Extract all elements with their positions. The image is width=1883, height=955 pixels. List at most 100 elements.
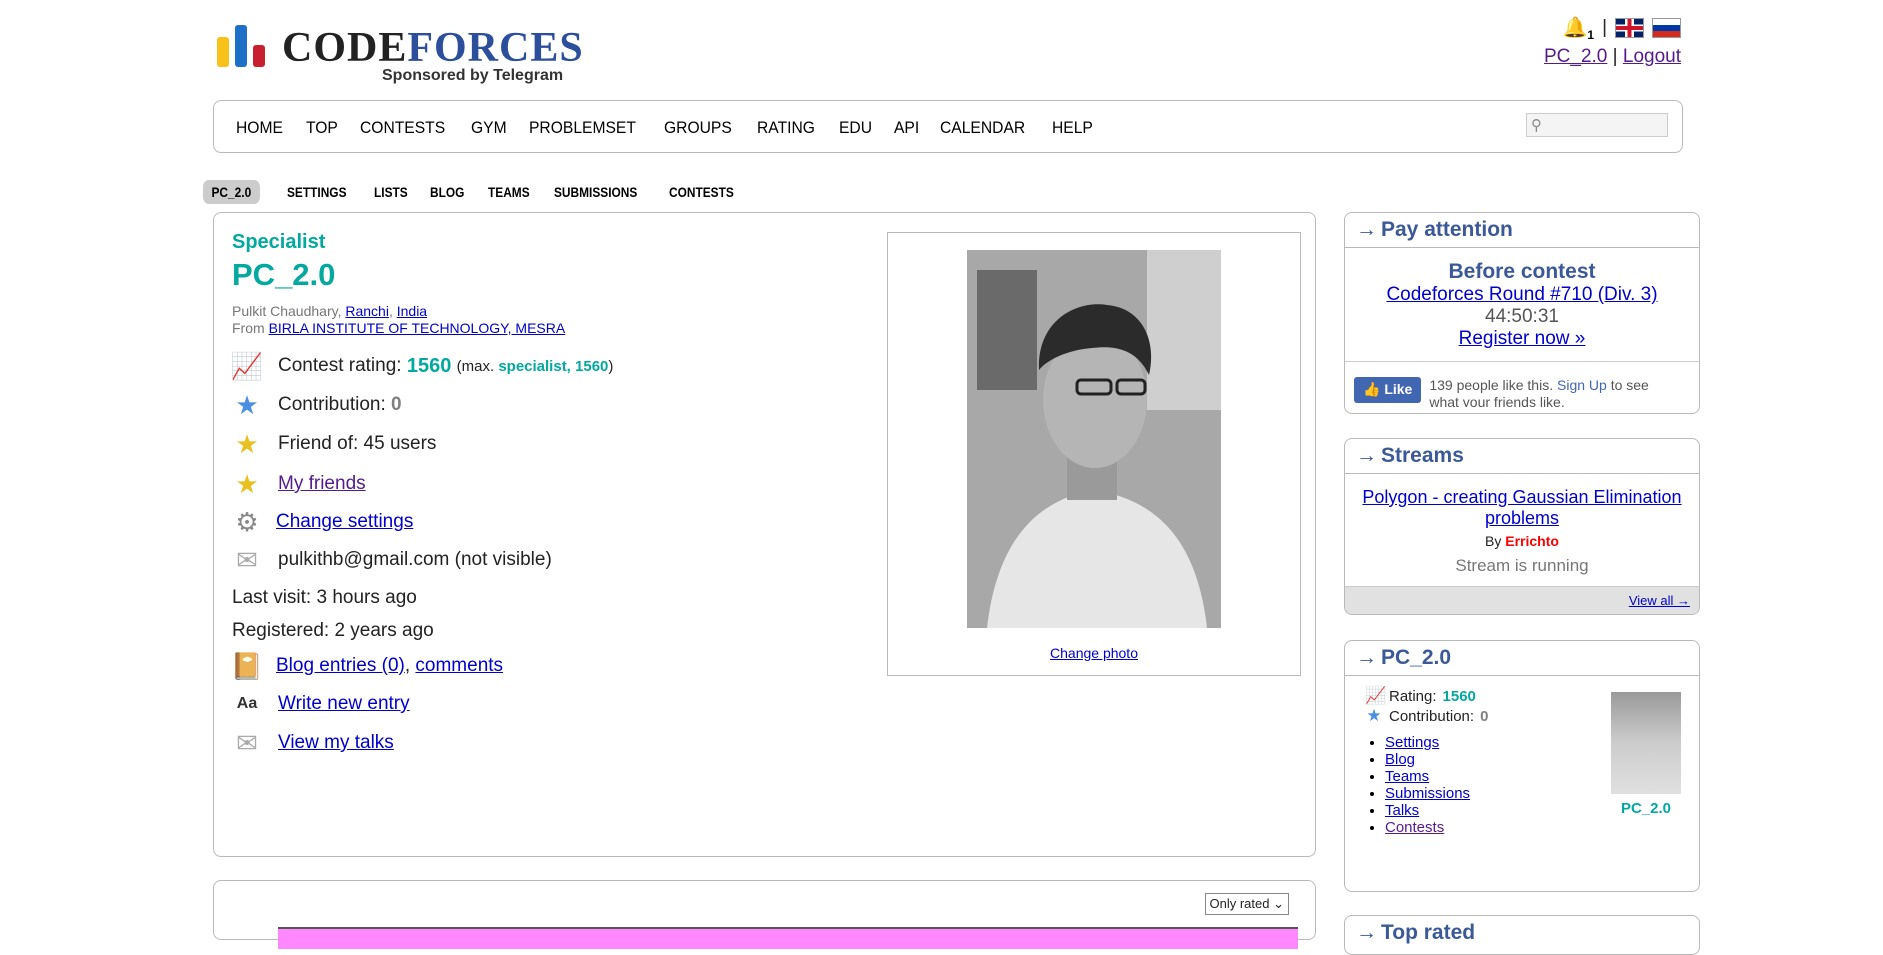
logout-link[interactable]: Logout <box>1623 46 1681 67</box>
before-contest-label: Before contest <box>1448 260 1596 283</box>
city-link[interactable]: Ranchi <box>345 303 389 319</box>
menu-item-top[interactable]: TOP <box>306 118 338 138</box>
user-photo-image <box>967 250 1221 628</box>
menu-item-contests[interactable]: CONTESTS <box>360 118 445 138</box>
view-all-streams-link[interactable]: View all → <box>1629 593 1690 608</box>
avatar-handle[interactable]: PC_2.0 <box>1611 800 1681 817</box>
menu-item-edu[interactable]: EDU <box>839 118 872 138</box>
blue-star-icon: ★ <box>235 389 259 420</box>
country-link[interactable]: India <box>397 303 427 319</box>
last-visit-row: Last visit: 3 hours ago <box>232 587 417 608</box>
menu-item-api[interactable]: API <box>894 118 919 138</box>
menu-item-home[interactable]: HOME <box>236 118 283 138</box>
stream-link[interactable]: Polygon - creating Gaussian Elimination … <box>1362 487 1681 528</box>
sidebar-submissions-link[interactable]: Submissions <box>1385 785 1470 802</box>
sidebar-teams-link[interactable]: Teams <box>1385 768 1429 785</box>
menu-item-problemset[interactable]: PROBLEMSET <box>529 118 636 138</box>
friend-of-row: ★ Friend of: 45 users <box>232 429 436 459</box>
sidebar-talks-link[interactable]: Talks <box>1385 802 1419 819</box>
top-rated-caption: → Top rated <box>1356 921 1476 944</box>
subtab-teams[interactable]: TEAMS <box>488 184 530 200</box>
sidebar-contests-link[interactable]: Contests <box>1385 819 1444 836</box>
blog-book-icon: 📔 <box>230 650 264 681</box>
profile-box: Specialist PC_2.0 Pulkit Chaudhary, Ranc… <box>213 212 1316 857</box>
write-new-entry-link[interactable]: Write new entry <box>278 693 410 715</box>
facebook-like-text: 139 people like this. Sign Up to see wha… <box>1429 377 1649 407</box>
subtab-blog[interactable]: BLOG <box>430 184 464 200</box>
stream-status: Stream is running <box>1455 556 1589 575</box>
streams-caption: → Streams <box>1345 439 1699 474</box>
envelope-icon: ✉ <box>236 544 258 575</box>
user-real-name: Pulkit Chaudhary, <box>232 303 342 319</box>
gold-star-icon: ★ <box>235 428 259 459</box>
header-user-area: 🔔1 | PC_2.0 | Logout <box>1544 14 1681 68</box>
subtab-lists[interactable]: LISTS <box>374 184 408 200</box>
contribution-value: 0 <box>391 394 402 415</box>
organization-link[interactable]: BIRLA INSTITUTE OF TECHNOLOGY, MESRA <box>269 320 566 336</box>
username-link[interactable]: PC_2.0 <box>1544 46 1607 67</box>
blue-star-icon: ★ <box>1366 706 1382 725</box>
email-row: ✉ pulkithb@gmail.com (not visible) <box>232 545 552 575</box>
rating-graph-box: Only rated ⌄ <box>213 880 1316 949</box>
subtab-profile[interactable]: PC_2.0 <box>203 180 260 204</box>
menu-item-groups[interactable]: GROUPS <box>664 118 732 138</box>
gold-star-icon: ★ <box>235 468 259 499</box>
menu-item-help[interactable]: HELP <box>1052 118 1093 138</box>
change-photo-link[interactable]: Change photo <box>888 645 1300 661</box>
menu-item-calendar[interactable]: CALENDAR <box>940 118 1025 138</box>
rated-filter-select[interactable]: Only rated ⌄ <box>1204 893 1289 915</box>
user-box-caption: → PC_2.0 <box>1345 641 1699 676</box>
countdown-timer: 44:50:31 <box>1485 306 1559 327</box>
rating-graph-icon: 📈 <box>230 350 264 381</box>
sidebar-blog-link[interactable]: Blog <box>1385 751 1415 768</box>
user-photo <box>967 250 1221 628</box>
contest-rating-row: 📈 Contest rating: 1560 (max. specialist,… <box>230 350 614 381</box>
contest-rating-value: 1560 <box>406 354 452 377</box>
rating-graph-icon: 📈 <box>1365 686 1387 705</box>
main-menu: HOME TOP CONTESTS GYM PROBLEMSET GROUPS … <box>213 100 1683 153</box>
separator: | <box>1602 17 1607 38</box>
subtab-settings[interactable]: SETTINGS <box>287 184 347 200</box>
codeforces-logo[interactable]: CODEFORCES Sponsored by Telegram <box>217 25 583 87</box>
menu-item-gym[interactable]: GYM <box>471 118 507 138</box>
user-name-location: Pulkit Chaudhary, Ranchi, India <box>232 303 428 319</box>
pay-attention-box: → Pay attention Before contest Codeforces… <box>1344 212 1700 414</box>
write-entry-icon: Aa <box>236 695 258 712</box>
top-rated-box: → Top rated <box>1344 915 1700 955</box>
menu-item-rating[interactable]: RATING <box>757 118 815 138</box>
sponsor-text: Sponsored by Telegram <box>382 67 564 84</box>
search-input[interactable]: ⚲ <box>1526 113 1668 137</box>
facebook-signup-link[interactable]: Sign Up <box>1557 377 1607 393</box>
talks-row: ✉ View my talks <box>232 728 394 758</box>
register-now-link[interactable]: Register now » <box>1459 328 1586 349</box>
user-rank: Specialist <box>232 231 326 253</box>
blog-entries-link[interactable]: Blog entries (0) <box>276 655 405 677</box>
pay-attention-caption: → Pay attention <box>1345 213 1699 248</box>
profile-subtabs: PC_2.0 SETTINGS LISTS BLOG TEAMS SUBMISS… <box>203 180 762 204</box>
search-icon: ⚲ <box>1531 117 1542 134</box>
gear-icon: ⚙ <box>235 506 259 537</box>
contest-link[interactable]: Codeforces Round #710 (Div. 3) <box>1386 284 1657 305</box>
my-friends-row: ★ My friends <box>232 468 366 499</box>
rating-chart-area <box>278 927 1298 949</box>
comments-link[interactable]: comments <box>415 655 503 677</box>
facebook-like-button[interactable]: 👍 Like <box>1354 377 1422 403</box>
change-settings-link[interactable]: Change settings <box>276 511 413 533</box>
my-friends-link[interactable]: My friends <box>278 473 366 495</box>
avatar[interactable] <box>1611 692 1681 794</box>
photo-box: Change photo <box>887 232 1301 676</box>
notification-count: 1 <box>1587 27 1595 42</box>
sidebar-settings-link[interactable]: Settings <box>1385 734 1439 751</box>
notification-bell-icon[interactable]: 🔔1 <box>1562 15 1594 42</box>
facebook-widget: 👍 Like 139 people like this. Sign Up to … <box>1345 361 1699 407</box>
subtab-contests[interactable]: CONTESTS <box>669 184 734 200</box>
russian-flag-icon[interactable] <box>1652 18 1681 38</box>
user-handle: PC_2.0 <box>232 257 336 292</box>
stream-author: By Errichto <box>1485 533 1559 549</box>
blog-row: 📔 Blog entries (0), comments <box>230 650 504 681</box>
subtab-submissions[interactable]: SUBMISSIONS <box>554 184 637 200</box>
english-flag-icon[interactable] <box>1615 18 1644 38</box>
view-talks-link[interactable]: View my talks <box>278 732 394 754</box>
organization-line: From BIRLA INSTITUTE OF TECHNOLOGY, MESR… <box>232 320 566 336</box>
contribution-row: ★ Contribution: 0 <box>232 389 402 420</box>
